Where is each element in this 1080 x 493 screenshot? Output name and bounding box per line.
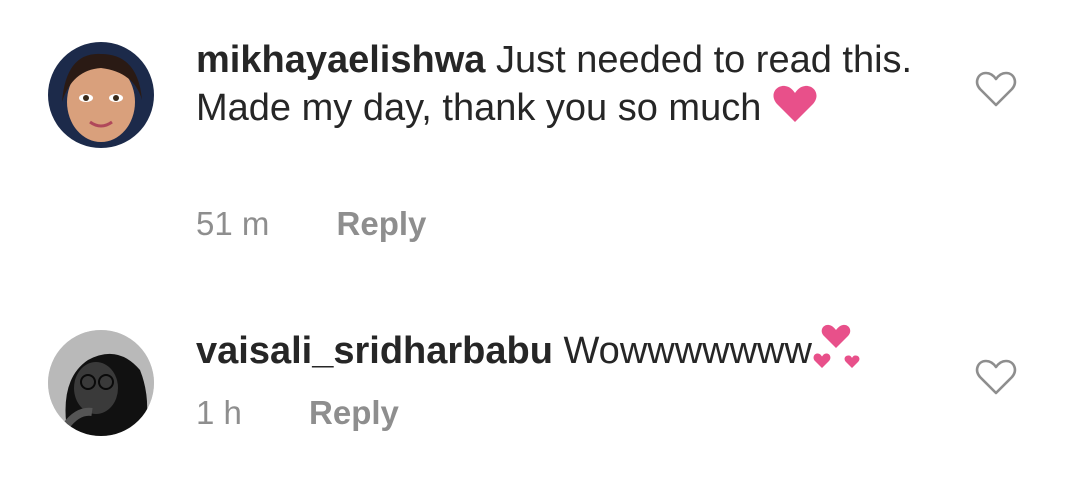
- reply-button[interactable]: Reply: [309, 394, 399, 432]
- avatar-image: [48, 330, 154, 436]
- like-button[interactable]: [975, 358, 1017, 396]
- avatar[interactable]: [48, 42, 154, 148]
- avatar-image: [48, 42, 154, 148]
- revolving-hearts-icon: [812, 324, 860, 382]
- heart-icon: [772, 84, 818, 136]
- like-button[interactable]: [975, 70, 1017, 108]
- comment-text: vaisali_sridharbabu Wowwwwwww: [196, 324, 936, 382]
- comment-meta: 51 m Reply: [196, 205, 426, 243]
- avatar[interactable]: [48, 330, 154, 436]
- comment-time: 51 m: [196, 205, 270, 242]
- reply-button[interactable]: Reply: [337, 205, 427, 243]
- heart-outline-icon: [975, 71, 1017, 107]
- heart-outline-icon: [975, 359, 1017, 395]
- comment-time: 1 h: [196, 394, 242, 431]
- comment-username[interactable]: mikhayaelishwa: [196, 39, 485, 81]
- comment-text: mikhayaelishwa Just needed to read this.…: [196, 36, 936, 136]
- comment-meta: 1 h Reply: [196, 394, 399, 432]
- comment-username[interactable]: vaisali_sridharbabu: [196, 330, 553, 372]
- comment-body: Wowwwwwww: [563, 330, 812, 373]
